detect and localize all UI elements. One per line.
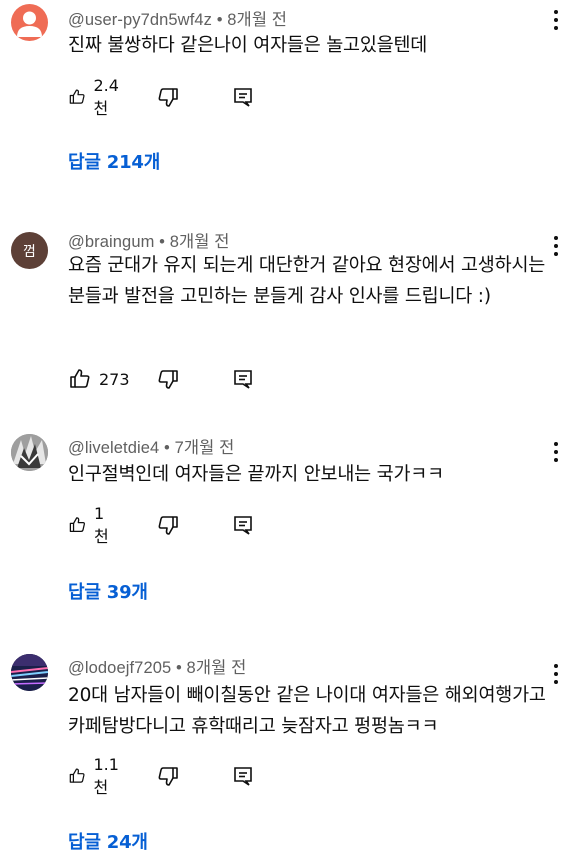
- comment-time: 8개월 전: [169, 233, 230, 251]
- reply-button[interactable]: [232, 84, 254, 110]
- more-options-icon[interactable]: [549, 440, 563, 464]
- comment-text: 요즘 군대가 유지 되는게 대단한거 같아요 현장에서 고생하시는분들과 발전을…: [68, 255, 546, 307]
- thumbs-down-icon: [158, 88, 178, 107]
- more-options-icon[interactable]: [549, 8, 563, 32]
- comment-meta: @braingum • 8개월 전: [68, 228, 230, 252]
- comment-time: 7개월 전: [174, 439, 235, 457]
- author-handle[interactable]: @user-py7dn5wf4z: [68, 11, 212, 29]
- comment-reply-icon: [234, 516, 252, 535]
- comment-reply-icon: [234, 88, 252, 107]
- avatar-image: [11, 434, 48, 471]
- meta-separator: •: [175, 659, 182, 677]
- author-handle[interactable]: @lodoejf7205: [68, 659, 171, 677]
- avatar-image: [11, 654, 48, 691]
- like-count: 273: [99, 369, 130, 389]
- avatar[interactable]: [11, 434, 48, 471]
- meta-separator: •: [164, 439, 170, 457]
- like-button[interactable]: 2.4천: [68, 76, 124, 118]
- replies-link[interactable]: 답글 214개: [68, 148, 160, 174]
- comment-meta: @lodoejf7205 • 8개월 전: [68, 654, 246, 678]
- comment-meta: @liveletdie4 • 7개월 전: [68, 434, 234, 458]
- dislike-button[interactable]: [156, 366, 180, 392]
- replies-link[interactable]: 답글 39개: [68, 578, 148, 604]
- comment-time: 8개월 전: [227, 11, 288, 29]
- dislike-button[interactable]: [156, 84, 180, 110]
- more-options-icon[interactable]: [549, 662, 563, 686]
- replies-link[interactable]: 답글 24개: [68, 828, 148, 854]
- comment-item: 껌 @braingum • 8개월 전 요즘 군대가 유지 되는게 대단한거 같…: [0, 220, 571, 420]
- thumbs-down-icon: [158, 767, 178, 786]
- comment-text: 20대 남자들이 빼이칠동안 같은 나이대 여자들은 해외여행가고 카페탐방다니…: [68, 685, 546, 737]
- comment-text: 인구절벽인데 여자들은 끝까지 안보내는 국가ㅋㅋ: [68, 464, 444, 485]
- comment-item: @lodoejf7205 • 8개월 전 20대 남자들이 빼이칠동안 같은 나…: [0, 646, 571, 864]
- author-handle[interactable]: @liveletdie4: [68, 439, 159, 457]
- dislike-button[interactable]: [156, 512, 180, 538]
- reply-button[interactable]: [232, 366, 254, 392]
- comment-meta: @user-py7dn5wf4z • 8개월 전: [68, 6, 287, 30]
- comment-reply-icon: [234, 767, 252, 786]
- thumbs-down-icon: [158, 516, 178, 535]
- reply-button[interactable]: [232, 763, 254, 789]
- dislike-button[interactable]: [156, 763, 180, 789]
- like-button[interactable]: 1.1천: [68, 755, 124, 797]
- author-handle[interactable]: @braingum: [68, 233, 154, 251]
- avatar[interactable]: [11, 654, 48, 691]
- thumbs-up-icon: [69, 768, 85, 783]
- thumbs-up-icon: [69, 89, 85, 104]
- avatar[interactable]: 껌: [11, 232, 48, 269]
- meta-separator: •: [159, 233, 166, 251]
- like-button[interactable]: 273: [68, 366, 130, 392]
- thumbs-down-icon: [158, 370, 178, 389]
- comment-item: @user-py7dn5wf4z • 8개월 전 진짜 불쌍하다 같은나이 여자…: [0, 0, 571, 190]
- comment-time: 8개월 전: [186, 659, 247, 677]
- like-count: 2.4천: [93, 75, 119, 118]
- thumbs-up-icon: [69, 517, 85, 532]
- comment-item: @liveletdie4 • 7개월 전 인구절벽인데 여자들은 끝까지 안보내…: [0, 426, 571, 616]
- comment-text: 진짜 불쌍하다 같은나이 여자들은 놀고있을텐데: [68, 35, 428, 56]
- more-options-icon[interactable]: [549, 234, 563, 258]
- like-count: 1천: [94, 503, 109, 546]
- reply-button[interactable]: [232, 512, 254, 538]
- thumbs-up-icon: [70, 369, 90, 388]
- user-silhouette-icon: [17, 11, 42, 37]
- like-button[interactable]: 1천: [68, 504, 114, 546]
- meta-separator: •: [216, 11, 223, 29]
- comment-reply-icon: [234, 370, 252, 389]
- like-count: 1.1천: [93, 754, 119, 797]
- avatar-initial: 껌: [23, 243, 36, 260]
- avatar[interactable]: [11, 4, 48, 41]
